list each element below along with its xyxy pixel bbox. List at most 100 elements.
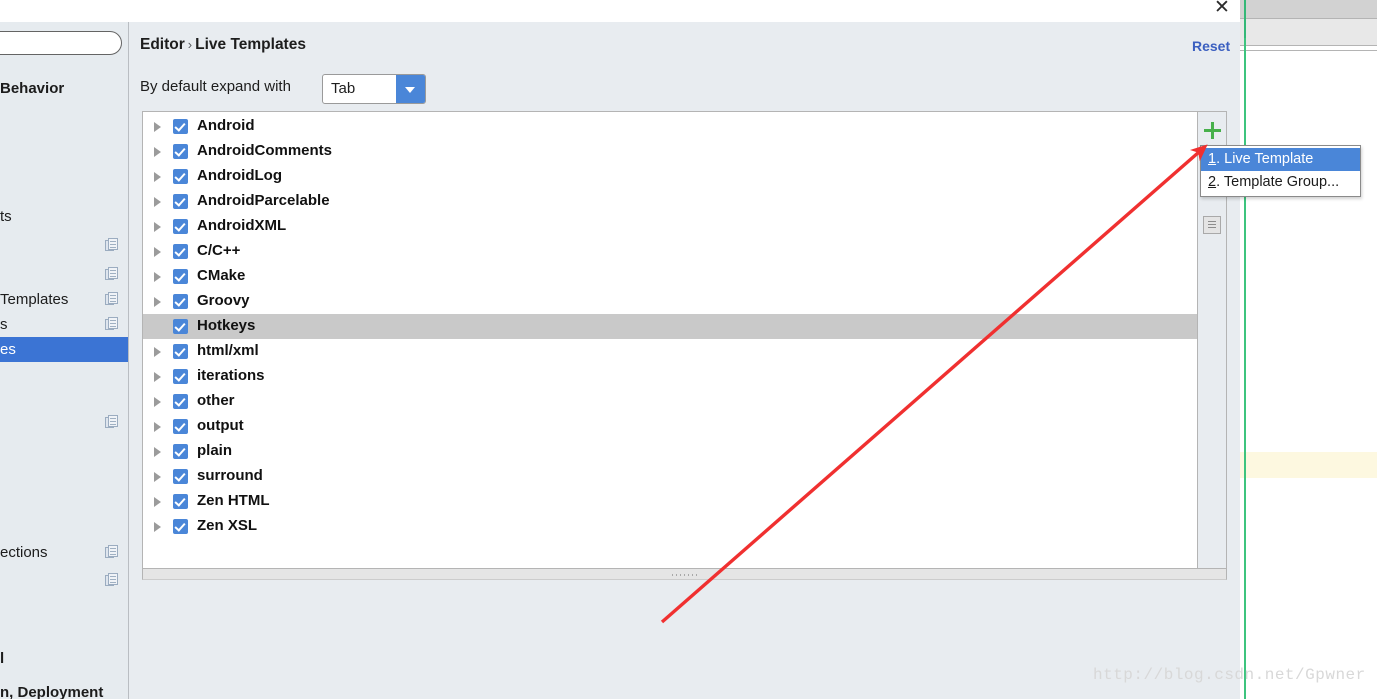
sidebar-item[interactable] [0, 410, 128, 435]
tree-row[interactable]: AndroidXML [143, 214, 1198, 239]
chevron-right-icon[interactable] [154, 447, 161, 457]
checkbox-checked-icon[interactable] [173, 519, 188, 534]
popup-item-mnemonic: 1 [1208, 151, 1217, 167]
checkbox-checked-icon[interactable] [173, 194, 188, 209]
sidebar-item[interactable]: ts [0, 204, 128, 229]
sidebar-item[interactable]: Behavior [0, 76, 128, 101]
chevron-right-icon[interactable] [154, 272, 161, 282]
chevron-right-icon[interactable] [154, 297, 161, 307]
chevron-right-icon[interactable] [154, 522, 161, 532]
tree-row[interactable]: Zen HTML [143, 489, 1198, 514]
sidebar-item[interactable]: Templates [0, 287, 128, 312]
popup-menu-item[interactable]: 2. Template Group... [1201, 171, 1360, 194]
chevron-right-icon[interactable] [154, 422, 161, 432]
checkbox-checked-icon[interactable] [173, 294, 188, 309]
sidebar-item[interactable]: n, Deployment [0, 680, 128, 699]
tree-row[interactable]: AndroidParcelable [143, 189, 1198, 214]
reset-link[interactable]: Reset [1192, 38, 1230, 54]
chevron-right-icon[interactable] [154, 397, 161, 407]
editor-strip [1240, 0, 1377, 18]
copy-icon[interactable] [105, 415, 119, 429]
copy-icon[interactable] [105, 545, 119, 559]
tree-row[interactable]: AndroidComments [143, 139, 1198, 164]
tree-row[interactable]: Groovy [143, 289, 1198, 314]
sidebar-item[interactable] [0, 233, 128, 258]
sidebar-item[interactable]: es [0, 337, 128, 362]
chevron-right-icon[interactable] [154, 147, 161, 157]
checkbox-checked-icon[interactable] [173, 369, 188, 384]
sidebar-item[interactable] [0, 568, 128, 593]
tree-row[interactable]: AndroidLog [143, 164, 1198, 189]
tree-row[interactable]: plain [143, 439, 1198, 464]
checkbox-checked-icon[interactable] [173, 319, 188, 334]
settings-content-pane: Editor › Live Templates Reset By default e… [129, 22, 1240, 699]
chevron-right-icon[interactable] [154, 172, 161, 182]
tree-row-label: html/xml [197, 342, 259, 359]
copy-icon[interactable] [105, 238, 119, 252]
checkbox-checked-icon[interactable] [173, 269, 188, 284]
checkbox-checked-icon[interactable] [173, 494, 188, 509]
sidebar-item[interactable] [0, 262, 128, 287]
tree-row-label: plain [197, 442, 233, 459]
tree-row-label: Hotkeys [197, 317, 256, 334]
checkbox-checked-icon[interactable] [173, 244, 188, 259]
editor-rule [1240, 50, 1377, 51]
add-template-popup-menu[interactable]: 1. Live Template 2. Template Group... [1200, 145, 1361, 197]
chevron-right-icon[interactable] [154, 372, 161, 382]
copy-icon[interactable] [1203, 216, 1221, 234]
tree-row-label: AndroidXML [197, 217, 287, 234]
settings-dialog: ✕ Behavior ts Templates s es ections l n, Deplo… [0, 0, 1240, 699]
chevron-down-icon[interactable] [396, 75, 425, 103]
tree-row-label: surround [197, 467, 263, 484]
tree-row-label: CMake [197, 267, 246, 284]
tree-row-label: C/C++ [197, 242, 241, 259]
copy-icon[interactable] [105, 573, 119, 587]
checkbox-checked-icon[interactable] [173, 219, 188, 234]
sidebar-item[interactable]: ections [0, 540, 128, 565]
checkbox-checked-icon[interactable] [173, 169, 188, 184]
tree-row[interactable]: other [143, 389, 1198, 414]
checkbox-checked-icon[interactable] [173, 394, 188, 409]
chevron-right-icon[interactable] [154, 247, 161, 257]
chevron-right-icon[interactable] [154, 497, 161, 507]
sidebar-item[interactable]: s [0, 312, 128, 337]
tree-row[interactable]: surround [143, 464, 1198, 489]
expand-with-label: By default expand with [140, 78, 291, 95]
close-icon[interactable]: ✕ [1209, 0, 1235, 20]
copy-icon[interactable] [105, 317, 119, 331]
checkbox-checked-icon[interactable] [173, 144, 188, 159]
settings-sidebar: Behavior ts Templates s es ections l n, Deploym… [0, 22, 129, 699]
tree-row[interactable]: iterations [143, 364, 1198, 389]
checkbox-checked-icon[interactable] [173, 119, 188, 134]
sidebar-item[interactable]: l [0, 646, 128, 671]
tree-row-label: AndroidLog [197, 167, 282, 184]
dialog-titlebar [0, 0, 1240, 22]
tree-row[interactable]: html/xml [143, 339, 1198, 364]
tree-row[interactable]: CMake [143, 264, 1198, 289]
panel-splitter[interactable] [142, 569, 1227, 580]
chevron-right-icon[interactable] [154, 122, 161, 132]
live-templates-tree-panel: Android AndroidComments AndroidLog AndroidP… [142, 111, 1227, 569]
chevron-right-icon[interactable] [154, 197, 161, 207]
copy-icon[interactable] [105, 267, 119, 281]
live-templates-tree[interactable]: Android AndroidComments AndroidLog AndroidP… [143, 114, 1198, 539]
checkbox-checked-icon[interactable] [173, 469, 188, 484]
tree-row[interactable]: Zen XSL [143, 514, 1198, 539]
chevron-right-icon[interactable] [154, 347, 161, 357]
popup-item-mnemonic: 2 [1208, 174, 1217, 190]
checkbox-checked-icon[interactable] [173, 344, 188, 359]
checkbox-checked-icon[interactable] [173, 419, 188, 434]
chevron-right-icon[interactable] [154, 472, 161, 482]
tree-row[interactable]: Android [143, 114, 1198, 139]
plus-icon[interactable] [1200, 118, 1224, 142]
chevron-right-icon[interactable] [154, 222, 161, 232]
search-input[interactable] [0, 31, 122, 55]
popup-menu-item[interactable]: 1. Live Template [1201, 148, 1360, 171]
tree-row[interactable]: output [143, 414, 1198, 439]
checkbox-checked-icon[interactable] [173, 444, 188, 459]
tree-row[interactable]: Hotkeys [143, 314, 1198, 339]
copy-icon[interactable] [105, 292, 119, 306]
breadcrumb-root[interactable]: Editor [140, 36, 185, 53]
expand-with-select[interactable]: Tab [322, 74, 426, 104]
tree-row[interactable]: C/C++ [143, 239, 1198, 264]
